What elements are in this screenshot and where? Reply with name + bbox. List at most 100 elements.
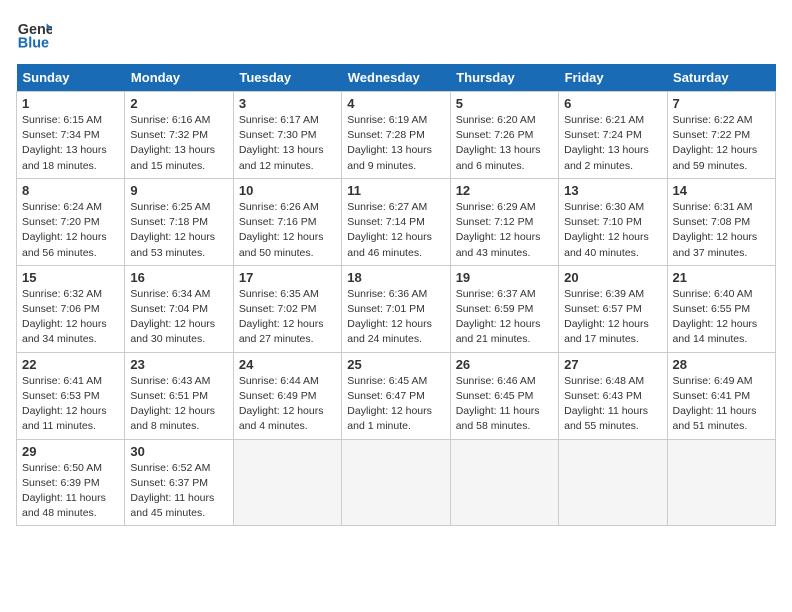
- day-info: Sunrise: 6:24 AMSunset: 7:20 PMDaylight:…: [22, 200, 119, 261]
- day-number: 3: [239, 96, 336, 111]
- calendar-table: SundayMondayTuesdayWednesdayThursdayFrid…: [16, 64, 776, 526]
- page-header: General Blue: [16, 16, 776, 52]
- day-info: Sunrise: 6:37 AMSunset: 6:59 PMDaylight:…: [456, 287, 553, 348]
- day-info: Sunrise: 6:30 AMSunset: 7:10 PMDaylight:…: [564, 200, 661, 261]
- day-number: 22: [22, 357, 119, 372]
- day-number: 24: [239, 357, 336, 372]
- day-info: Sunrise: 6:40 AMSunset: 6:55 PMDaylight:…: [673, 287, 770, 348]
- day-number: 9: [130, 183, 227, 198]
- calendar-cell: [342, 439, 450, 526]
- day-number: 15: [22, 270, 119, 285]
- calendar-cell: 23 Sunrise: 6:43 AMSunset: 6:51 PMDayligh…: [125, 352, 233, 439]
- day-info: Sunrise: 6:34 AMSunset: 7:04 PMDaylight:…: [130, 287, 227, 348]
- calendar-cell: 14 Sunrise: 6:31 AMSunset: 7:08 PMDayligh…: [667, 178, 775, 265]
- calendar-cell: 27 Sunrise: 6:48 AMSunset: 6:43 PMDayligh…: [559, 352, 667, 439]
- calendar-week-3: 15 Sunrise: 6:32 AMSunset: 7:06 PMDayligh…: [17, 265, 776, 352]
- weekday-header-tuesday: Tuesday: [233, 64, 341, 92]
- day-info: Sunrise: 6:31 AMSunset: 7:08 PMDaylight:…: [673, 200, 770, 261]
- calendar-cell: 29 Sunrise: 6:50 AMSunset: 6:39 PMDayligh…: [17, 439, 125, 526]
- day-number: 20: [564, 270, 661, 285]
- day-number: 27: [564, 357, 661, 372]
- calendar-cell: 24 Sunrise: 6:44 AMSunset: 6:49 PMDayligh…: [233, 352, 341, 439]
- day-info: Sunrise: 6:46 AMSunset: 6:45 PMDaylight:…: [456, 374, 553, 435]
- day-info: Sunrise: 6:52 AMSunset: 6:37 PMDaylight:…: [130, 461, 227, 522]
- calendar-cell: 22 Sunrise: 6:41 AMSunset: 6:53 PMDayligh…: [17, 352, 125, 439]
- calendar-cell: 13Sunrise: 6:30 AMSunset: 7:10 PMDayligh…: [559, 178, 667, 265]
- day-info: Sunrise: 6:27 AMSunset: 7:14 PMDaylight:…: [347, 200, 444, 261]
- day-number: 7: [673, 96, 770, 111]
- calendar-cell: 9 Sunrise: 6:25 AMSunset: 7:18 PMDaylight…: [125, 178, 233, 265]
- day-info: Sunrise: 6:16 AMSunset: 7:32 PMDaylight:…: [130, 113, 227, 174]
- day-number: 29: [22, 444, 119, 459]
- day-number: 12: [456, 183, 553, 198]
- day-number: 5: [456, 96, 553, 111]
- calendar-cell: 28 Sunrise: 6:49 AMSunset: 6:41 PMDayligh…: [667, 352, 775, 439]
- day-info: Sunrise: 6:50 AMSunset: 6:39 PMDaylight:…: [22, 461, 119, 522]
- day-info: Sunrise: 6:32 AMSunset: 7:06 PMDaylight:…: [22, 287, 119, 348]
- day-info: Sunrise: 6:41 AMSunset: 6:53 PMDaylight:…: [22, 374, 119, 435]
- day-number: 28: [673, 357, 770, 372]
- calendar-cell: 30Sunrise: 6:52 AMSunset: 6:37 PMDayligh…: [125, 439, 233, 526]
- day-number: 26: [456, 357, 553, 372]
- calendar-cell: 25Sunrise: 6:45 AMSunset: 6:47 PMDayligh…: [342, 352, 450, 439]
- logo: General Blue: [16, 16, 56, 52]
- day-info: Sunrise: 6:45 AMSunset: 6:47 PMDaylight:…: [347, 374, 444, 435]
- day-info: Sunrise: 6:15 AMSunset: 7:34 PMDaylight:…: [22, 113, 119, 174]
- weekday-header-monday: Monday: [125, 64, 233, 92]
- calendar-week-2: 8 Sunrise: 6:24 AMSunset: 7:20 PMDaylight…: [17, 178, 776, 265]
- day-info: Sunrise: 6:39 AMSunset: 6:57 PMDaylight:…: [564, 287, 661, 348]
- calendar-cell: 15 Sunrise: 6:32 AMSunset: 7:06 PMDayligh…: [17, 265, 125, 352]
- day-number: 6: [564, 96, 661, 111]
- calendar-cell: [233, 439, 341, 526]
- day-info: Sunrise: 6:43 AMSunset: 6:51 PMDaylight:…: [130, 374, 227, 435]
- day-info: Sunrise: 6:19 AMSunset: 7:28 PMDaylight:…: [347, 113, 444, 174]
- day-number: 17: [239, 270, 336, 285]
- day-info: Sunrise: 6:17 AMSunset: 7:30 PMDaylight:…: [239, 113, 336, 174]
- day-number: 14: [673, 183, 770, 198]
- day-number: 1: [22, 96, 119, 111]
- calendar-cell: 10 Sunrise: 6:26 AMSunset: 7:16 PMDayligh…: [233, 178, 341, 265]
- day-number: 23: [130, 357, 227, 372]
- calendar-cell: [559, 439, 667, 526]
- weekday-header-thursday: Thursday: [450, 64, 558, 92]
- calendar-week-4: 22 Sunrise: 6:41 AMSunset: 6:53 PMDayligh…: [17, 352, 776, 439]
- day-number: 21: [673, 270, 770, 285]
- day-info: Sunrise: 6:26 AMSunset: 7:16 PMDaylight:…: [239, 200, 336, 261]
- day-number: 10: [239, 183, 336, 198]
- weekday-header-sunday: Sunday: [17, 64, 125, 92]
- calendar-cell: 2 Sunrise: 6:16 AMSunset: 7:32 PMDaylight…: [125, 92, 233, 179]
- day-info: Sunrise: 6:20 AMSunset: 7:26 PMDaylight:…: [456, 113, 553, 174]
- calendar-cell: 5 Sunrise: 6:20 AMSunset: 7:26 PMDaylight…: [450, 92, 558, 179]
- day-info: Sunrise: 6:49 AMSunset: 6:41 PMDaylight:…: [673, 374, 770, 435]
- calendar-cell: 8 Sunrise: 6:24 AMSunset: 7:20 PMDaylight…: [17, 178, 125, 265]
- weekday-header-friday: Friday: [559, 64, 667, 92]
- calendar-cell: 7Sunrise: 6:22 AMSunset: 7:22 PMDaylight…: [667, 92, 775, 179]
- day-info: Sunrise: 6:25 AMSunset: 7:18 PMDaylight:…: [130, 200, 227, 261]
- calendar-cell: 17Sunrise: 6:35 AMSunset: 7:02 PMDayligh…: [233, 265, 341, 352]
- calendar-cell: [667, 439, 775, 526]
- calendar-cell: [450, 439, 558, 526]
- calendar-cell: 6Sunrise: 6:21 AMSunset: 7:24 PMDaylight…: [559, 92, 667, 179]
- day-number: 16: [130, 270, 227, 285]
- day-number: 18: [347, 270, 444, 285]
- calendar-cell: 18 Sunrise: 6:36 AMSunset: 7:01 PMDayligh…: [342, 265, 450, 352]
- day-number: 8: [22, 183, 119, 198]
- day-number: 2: [130, 96, 227, 111]
- calendar-cell: 16 Sunrise: 6:34 AMSunset: 7:04 PMDayligh…: [125, 265, 233, 352]
- weekday-header-saturday: Saturday: [667, 64, 775, 92]
- day-number: 4: [347, 96, 444, 111]
- day-info: Sunrise: 6:44 AMSunset: 6:49 PMDaylight:…: [239, 374, 336, 435]
- calendar-cell: 20 Sunrise: 6:39 AMSunset: 6:57 PMDayligh…: [559, 265, 667, 352]
- calendar-week-1: 1 Sunrise: 6:15 AMSunset: 7:34 PMDaylight…: [17, 92, 776, 179]
- calendar-cell: 12Sunrise: 6:29 AMSunset: 7:12 PMDayligh…: [450, 178, 558, 265]
- calendar-week-5: 29 Sunrise: 6:50 AMSunset: 6:39 PMDayligh…: [17, 439, 776, 526]
- day-info: Sunrise: 6:36 AMSunset: 7:01 PMDaylight:…: [347, 287, 444, 348]
- calendar-cell: 19Sunrise: 6:37 AMSunset: 6:59 PMDayligh…: [450, 265, 558, 352]
- weekday-header-wednesday: Wednesday: [342, 64, 450, 92]
- calendar-cell: 3 Sunrise: 6:17 AMSunset: 7:30 PMDaylight…: [233, 92, 341, 179]
- calendar-cell: 4 Sunrise: 6:19 AMSunset: 7:28 PMDaylight…: [342, 92, 450, 179]
- day-info: Sunrise: 6:48 AMSunset: 6:43 PMDaylight:…: [564, 374, 661, 435]
- calendar-cell: 1 Sunrise: 6:15 AMSunset: 7:34 PMDaylight…: [17, 92, 125, 179]
- svg-text:Blue: Blue: [18, 36, 49, 52]
- calendar-cell: 11Sunrise: 6:27 AMSunset: 7:14 PMDayligh…: [342, 178, 450, 265]
